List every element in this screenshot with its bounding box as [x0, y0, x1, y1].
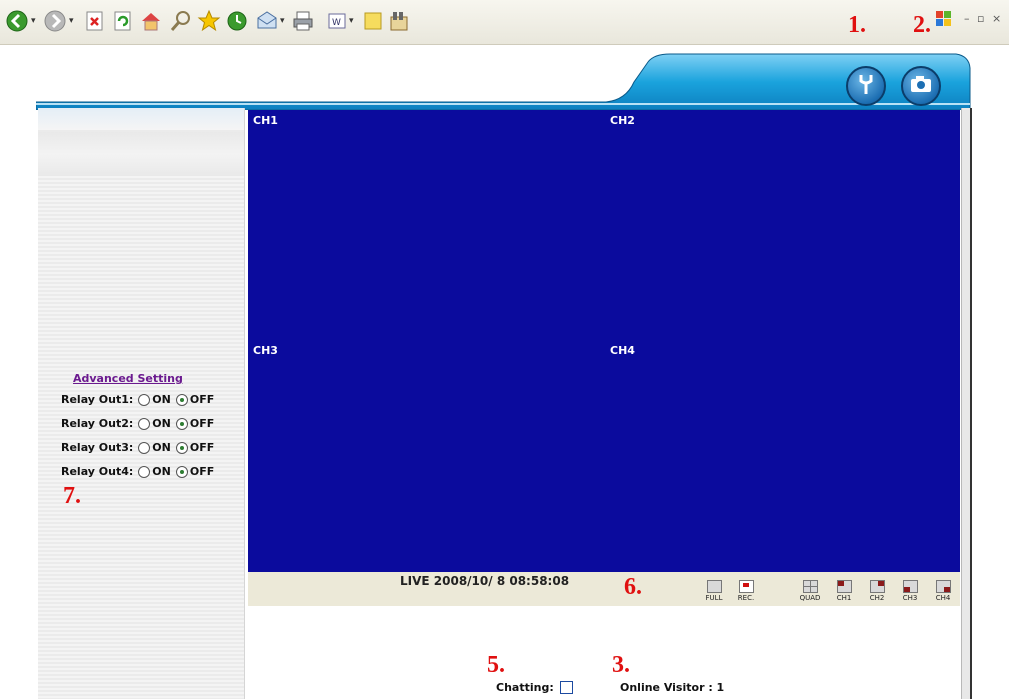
ch1-button-label: CH1 — [836, 594, 852, 602]
marker-6: 6. — [624, 574, 642, 600]
relay-out2-row: Relay Out2: ON OFF — [61, 417, 214, 430]
svg-text:W: W — [332, 18, 341, 28]
relay-out1-on-label: ON — [152, 393, 171, 406]
ch2-button-label: CH2 — [869, 594, 885, 602]
relay-out1-label: Relay Out1: — [61, 393, 134, 406]
mail-icon[interactable] — [254, 8, 280, 34]
rec-label: REC. — [737, 594, 755, 602]
video-display[interactable]: CH1 CH2 CH3 CH4 — [248, 110, 960, 572]
relay-out4-label: Relay Out4: — [61, 465, 134, 478]
relay-out4-on-radio[interactable] — [138, 465, 151, 478]
full-label: FULL — [705, 594, 723, 602]
side-panel-header — [38, 108, 244, 130]
frame-right-edge — [961, 108, 972, 699]
favorites-icon[interactable] — [196, 8, 222, 34]
ch3-view-icon — [902, 580, 918, 593]
marker-1: 1. — [848, 12, 866, 38]
ch1-button[interactable]: CH1 — [832, 580, 856, 602]
relay-out2-on-radio[interactable] — [138, 417, 151, 430]
relay-out3-label: Relay Out3: — [61, 441, 134, 454]
quad-button[interactable]: QUAD — [798, 580, 822, 602]
restore-button[interactable]: ▫ — [977, 12, 984, 25]
close-button[interactable]: × — [992, 12, 1001, 25]
chatting-control: Chatting: — [496, 681, 573, 694]
ch2-label: CH2 — [610, 114, 635, 127]
refresh-icon[interactable] — [110, 8, 136, 34]
relay-out3-on-radio[interactable] — [138, 441, 151, 454]
relay-out2-off-label: OFF — [189, 417, 215, 430]
home-icon[interactable] — [138, 8, 164, 34]
relay-out3-row: Relay Out3: ON OFF — [61, 441, 214, 454]
relay-out3-off-radio[interactable] — [175, 441, 188, 454]
history-icon[interactable] — [224, 8, 250, 34]
windows-logo-icon — [931, 6, 957, 32]
relay-out1-row: Relay Out1: ON OFF — [61, 393, 214, 406]
back-icon[interactable] — [4, 8, 30, 34]
live-timestamp: LIVE 2008/10/ 8 08:58:08 — [400, 574, 570, 588]
marker-7: 7. — [63, 483, 81, 509]
relay-out2-on-label: ON — [152, 417, 171, 430]
search-icon[interactable] — [168, 8, 194, 34]
side-panel-band — [38, 132, 244, 176]
quad-view-icon — [802, 580, 818, 593]
chatting-checkbox[interactable] — [559, 681, 573, 694]
edit-icon[interactable]: W — [324, 8, 350, 34]
ch1-label: CH1 — [253, 114, 278, 127]
relay-out3-off-label: OFF — [189, 441, 215, 454]
header-tab — [36, 53, 971, 110]
ch3-button-label: CH3 — [902, 594, 918, 602]
camera-icon — [909, 74, 933, 99]
bottom-area — [248, 606, 960, 699]
status-bar: LIVE 2008/10/ 8 08:58:08 6. FULL REC. QU… — [248, 572, 960, 606]
chatting-label: Chatting: — [496, 681, 554, 694]
record-icon — [738, 580, 754, 593]
rec-button[interactable]: REC. — [734, 580, 758, 602]
mail-dropdown-icon[interactable]: ▾ — [280, 16, 288, 25]
relay-out1-off-label: OFF — [189, 393, 215, 406]
settings-button[interactable] — [846, 66, 886, 106]
snapshot-button[interactable] — [901, 66, 941, 106]
relay-out3-on-label: ON — [152, 441, 171, 454]
wrench-icon — [856, 73, 876, 100]
online-visitor-count: Online Visitor : 1 — [620, 681, 725, 694]
relay-out1-off-radio[interactable] — [175, 393, 188, 406]
ch4-label: CH4 — [610, 344, 635, 357]
ch2-button[interactable]: CH2 — [865, 580, 889, 602]
forward-icon[interactable] — [42, 8, 68, 34]
advanced-setting-link[interactable]: Advanced Setting — [73, 372, 183, 385]
edit-dropdown-icon[interactable]: ▾ — [349, 16, 357, 25]
relay-out2-off-radio[interactable] — [175, 417, 188, 430]
ch4-button-label: CH4 — [935, 594, 951, 602]
quad-label: QUAD — [799, 594, 821, 602]
ch1-view-icon — [836, 580, 852, 593]
relay-out1-on-radio[interactable] — [138, 393, 151, 406]
marker-2: 2. — [913, 12, 931, 38]
print-icon[interactable] — [290, 8, 316, 34]
minimize-button[interactable]: – — [964, 12, 970, 25]
full-button[interactable]: FULL — [702, 580, 726, 602]
discuss-icon[interactable] — [360, 8, 386, 34]
ch4-view-icon — [935, 580, 951, 593]
relay-out2-label: Relay Out2: — [61, 417, 134, 430]
back-dropdown-icon[interactable]: ▾ — [31, 16, 39, 25]
relay-out4-off-radio[interactable] — [175, 465, 188, 478]
ch2-view-icon — [869, 580, 885, 593]
marker-5: 5. — [487, 652, 505, 678]
marker-3: 3. — [612, 652, 630, 678]
browser-toolbar: ▾ ▾ ▾ W ▾ 1. 2. – ▫ × — [0, 0, 1009, 45]
window-controls: – ▫ × — [964, 12, 1001, 25]
stop-icon[interactable] — [82, 8, 108, 34]
fullscreen-icon — [706, 580, 722, 593]
relay-out4-row: Relay Out4: ON OFF — [61, 465, 214, 478]
forward-dropdown-icon[interactable]: ▾ — [69, 16, 77, 25]
ch3-button[interactable]: CH3 — [898, 580, 922, 602]
ch3-label: CH3 — [253, 344, 278, 357]
relay-out4-on-label: ON — [152, 465, 171, 478]
messenger-icon[interactable] — [386, 8, 412, 34]
ch4-button[interactable]: CH4 — [931, 580, 955, 602]
relay-out4-off-label: OFF — [189, 465, 215, 478]
